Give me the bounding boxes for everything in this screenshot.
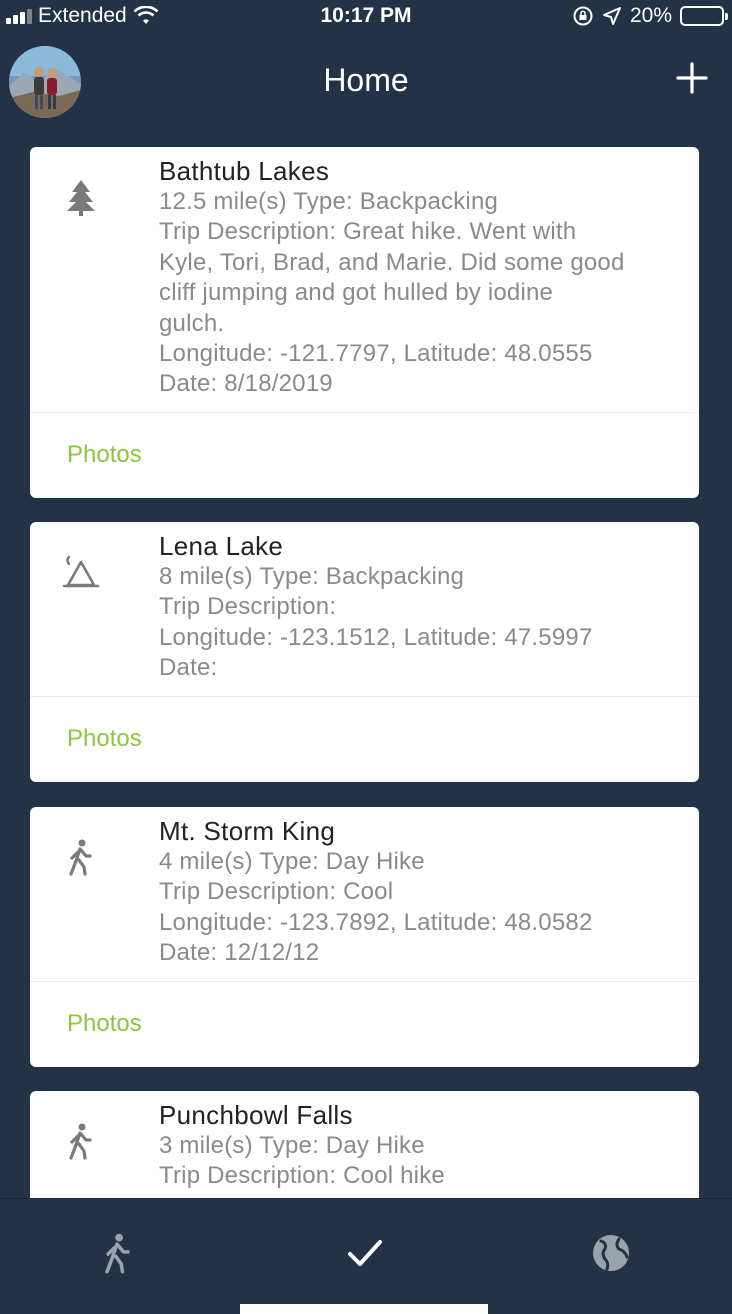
tab-completed[interactable]	[343, 1231, 387, 1275]
trip-name: Bathtub Lakes	[159, 156, 330, 186]
trip-date: Date: 12/12/12	[159, 939, 320, 967]
globe-icon	[593, 1235, 629, 1271]
trip-description-line: Trip Description: Cool hike	[159, 1162, 445, 1190]
trip-description-line: Trip Description: Great hike. Went with	[159, 218, 577, 246]
tree-icon	[67, 180, 95, 216]
trip-description-line: cliff jumping and got hulled by iodine	[159, 279, 554, 307]
trip-name: Mt. Storm King	[159, 816, 336, 846]
trip-card-body: Mt. Storm King 4 mile(s) Type: Day Hike …	[30, 807, 699, 981]
trip-card-footer: Photos	[30, 411, 699, 498]
trip-card[interactable]: Punchbowl Falls 3 mile(s) Type: Day Hike…	[30, 1091, 699, 1198]
battery-icon	[680, 6, 728, 26]
trip-summary: 12.5 mile(s) Type: Backpacking	[159, 188, 499, 215]
trip-description-line: Trip Description: Cool	[159, 878, 394, 906]
checkmark-icon	[348, 1240, 382, 1266]
trip-description-line: Kyle, Tori, Brad, and Marie. Did some go…	[159, 248, 625, 276]
status-bar: Extended 10:17 PM 20%	[0, 0, 732, 32]
trip-card[interactable]: Lena Lake 8 mile(s) Type: Backpacking Tr…	[30, 522, 699, 782]
trip-card-body: Lena Lake 8 mile(s) Type: Backpacking Tr…	[30, 522, 699, 696]
battery-percent: 20%	[629, 4, 672, 27]
trip-date: Date: 8/18/2019	[159, 370, 333, 398]
tab-map[interactable]	[589, 1231, 633, 1275]
nav-bar: Home	[0, 32, 732, 132]
hiker-icon	[69, 839, 92, 876]
hiker-icon	[105, 1233, 130, 1274]
trip-name: Lena Lake	[159, 531, 284, 561]
trip-summary: 3 mile(s) Type: Day Hike	[159, 1132, 425, 1159]
hiker-icon	[69, 1123, 92, 1160]
location-icon	[602, 7, 621, 25]
tent-icon	[62, 555, 100, 588]
photos-button[interactable]: Photos	[67, 1010, 142, 1038]
trip-description-line: Trip Description:	[159, 593, 337, 621]
trip-card-body: Punchbowl Falls 3 mile(s) Type: Day Hike…	[30, 1091, 699, 1198]
page-title: Home	[323, 62, 409, 98]
trip-card-footer: Photos	[30, 695, 699, 782]
status-right: 20%	[572, 4, 728, 28]
tab-bar	[0, 1198, 732, 1314]
trip-summary: 8 mile(s) Type: Backpacking	[159, 563, 465, 590]
add-trip-button[interactable]	[674, 60, 710, 96]
trip-card-body: Bathtub Lakes 12.5 mile(s) Type: Backpac…	[30, 147, 699, 412]
trip-date: Date:	[159, 654, 218, 682]
photos-button[interactable]: Photos	[67, 441, 142, 469]
tab-hikes[interactable]	[96, 1231, 140, 1275]
trip-card[interactable]: Mt. Storm King 4 mile(s) Type: Day Hike …	[30, 807, 699, 1067]
plus-icon	[676, 62, 708, 94]
trip-list[interactable]: Bathtub Lakes 12.5 mile(s) Type: Backpac…	[0, 132, 732, 1198]
trip-name: Punchbowl Falls	[159, 1100, 353, 1130]
trip-summary: 4 mile(s) Type: Day Hike	[159, 848, 425, 875]
trip-coordinates: Longitude: -123.7892, Latitude: 48.0582	[159, 908, 593, 936]
home-indicator[interactable]	[240, 1304, 488, 1314]
photos-button[interactable]: Photos	[67, 725, 142, 753]
trip-description-line: gulch.	[159, 309, 225, 337]
trip-coordinates: Longitude: -121.7797, Latitude: 48.0555	[159, 340, 593, 368]
trip-coordinates: Longitude: -123.1512, Latitude: 47.5997	[159, 623, 593, 651]
orientation-lock-icon	[573, 6, 593, 26]
trip-card[interactable]: Bathtub Lakes 12.5 mile(s) Type: Backpac…	[30, 147, 699, 498]
trip-card-footer: Photos	[30, 980, 699, 1067]
